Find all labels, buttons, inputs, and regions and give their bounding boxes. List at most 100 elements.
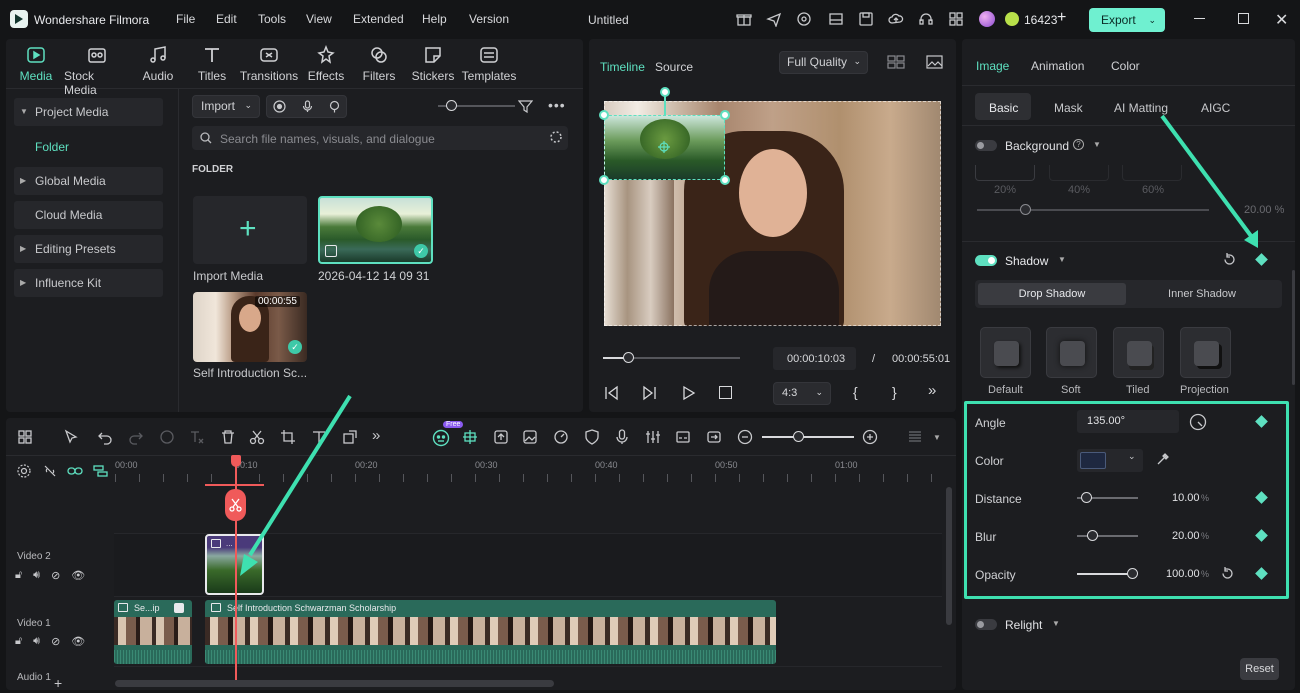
- shield-icon[interactable]: [584, 429, 600, 445]
- grid-view-icon[interactable]: [887, 55, 905, 69]
- zoom-knob[interactable]: [793, 431, 804, 442]
- image-tool-icon[interactable]: [522, 429, 538, 445]
- menu-extended[interactable]: Extended: [353, 12, 404, 26]
- speed-icon[interactable]: [553, 429, 569, 445]
- menu-tools[interactable]: Tools: [258, 12, 286, 26]
- snap-icon[interactable]: [93, 464, 109, 478]
- timeline-h-scrollbar[interactable]: [115, 680, 554, 687]
- resize-handle[interactable]: [599, 110, 609, 120]
- preset-default[interactable]: [980, 327, 1031, 378]
- stop-icon[interactable]: [719, 386, 732, 399]
- tab-effects[interactable]: Effects: [307, 45, 345, 83]
- relight-toggle[interactable]: [975, 619, 997, 630]
- shadow-toggle[interactable]: [975, 255, 997, 266]
- scrollbar-thumb[interactable]: [1292, 270, 1295, 385]
- sidebar-item-project-media[interactable]: ▼ Project Media: [14, 98, 163, 126]
- more-icon[interactable]: •••: [548, 97, 566, 113]
- microphone-icon[interactable]: [614, 429, 630, 445]
- mark-in-icon[interactable]: {: [853, 384, 858, 400]
- preset-tiled[interactable]: [1113, 327, 1164, 378]
- next-frame-icon[interactable]: [643, 385, 657, 401]
- menu-version[interactable]: Version: [469, 12, 509, 26]
- menu-edit[interactable]: Edit: [216, 12, 237, 26]
- tab-audio[interactable]: Audio: [140, 45, 176, 83]
- bg-option-2[interactable]: [1049, 165, 1109, 181]
- distance-knob[interactable]: [1081, 492, 1092, 503]
- lock-icon[interactable]: 🔓︎: [15, 635, 22, 647]
- eye-icon[interactable]: 👁︎: [71, 569, 85, 582]
- menu-help[interactable]: Help: [422, 12, 447, 26]
- redo-icon[interactable]: [128, 429, 144, 445]
- apps-grid-icon[interactable]: [948, 11, 964, 27]
- microphone-icon[interactable]: [301, 100, 314, 113]
- add-track-icon[interactable]: +: [54, 675, 62, 691]
- mute-icon[interactable]: ⊘: [51, 635, 60, 648]
- link-icon[interactable]: [67, 464, 83, 478]
- send-icon[interactable]: [766, 11, 782, 27]
- zoom-in-icon[interactable]: [862, 429, 878, 445]
- quality-dropdown[interactable]: Full Quality ⌄: [779, 51, 868, 74]
- caret-down-icon[interactable]: ▼: [1093, 140, 1101, 149]
- import-dropdown[interactable]: Import ⌄: [192, 95, 260, 118]
- add-credits-icon[interactable]: +: [1057, 9, 1066, 27]
- export-button[interactable]: Export ⌄: [1089, 8, 1165, 32]
- playback-progress-knob[interactable]: [622, 352, 634, 363]
- filter-icon[interactable]: [518, 99, 533, 114]
- background-toggle[interactable]: [975, 140, 997, 151]
- audio-mixer-icon[interactable]: [645, 429, 661, 445]
- mute-icon[interactable]: ⊘: [51, 569, 60, 582]
- bg-option-1[interactable]: [975, 165, 1035, 181]
- preset-projection[interactable]: [1180, 327, 1231, 378]
- tab-transitions[interactable]: Transitions: [240, 45, 298, 83]
- sidebar-item-global-media[interactable]: ▶ Global Media: [14, 167, 163, 195]
- color-picker-dropdown[interactable]: ⌄: [1077, 449, 1143, 472]
- support-icon[interactable]: [796, 11, 812, 27]
- eyedropper-icon[interactable]: [1156, 452, 1170, 466]
- snapshot-icon[interactable]: [926, 55, 943, 69]
- text-tool-icon[interactable]: [189, 429, 205, 445]
- thumbnail-size-knob[interactable]: [446, 100, 457, 111]
- tab-animation[interactable]: Animation: [1031, 59, 1084, 73]
- close-icon[interactable]: ✕: [1275, 10, 1288, 30]
- ripple-icon[interactable]: [159, 429, 175, 445]
- layout-grid-icon[interactable]: [17, 429, 33, 445]
- resize-handle[interactable]: [720, 175, 730, 185]
- resize-handle[interactable]: [599, 175, 609, 185]
- gift-icon[interactable]: [736, 11, 752, 27]
- tab-titles[interactable]: Titles: [194, 45, 230, 83]
- eye-icon[interactable]: 👁︎: [71, 635, 85, 648]
- drop-shadow-tab[interactable]: Drop Shadow: [978, 283, 1126, 305]
- video-clip-a[interactable]: Se...ip: [114, 600, 192, 664]
- caret-down-icon[interactable]: ▼: [1052, 619, 1060, 628]
- layout-icon[interactable]: [828, 11, 844, 27]
- menu-view[interactable]: View: [306, 12, 332, 26]
- sidebar-item-cloud-media[interactable]: Cloud Media: [14, 201, 163, 229]
- minimize-icon[interactable]: [1194, 18, 1205, 19]
- media-thumb-video[interactable]: 00:00:55 ✓: [193, 292, 307, 362]
- tab-image[interactable]: Image: [976, 59, 1009, 73]
- sidebar-item-folder[interactable]: Folder: [35, 140, 69, 154]
- media-thumb-landscape[interactable]: ✓: [318, 196, 433, 264]
- resize-handle[interactable]: [720, 110, 730, 120]
- sidebar-item-influence-kit[interactable]: ▶ Influence Kit: [14, 269, 163, 297]
- help-icon[interactable]: ?: [1073, 139, 1084, 150]
- import-media-tile[interactable]: +: [193, 196, 307, 264]
- more-tools-icon[interactable]: »: [372, 428, 388, 445]
- tab-filters[interactable]: Filters: [361, 45, 397, 83]
- reset-opacity-icon[interactable]: [1221, 567, 1234, 580]
- subtitle-icon[interactable]: [675, 429, 691, 445]
- select-tool-icon[interactable]: [63, 429, 79, 445]
- preset-soft[interactable]: [1046, 327, 1097, 378]
- sidebar-item-editing-presets[interactable]: ▶ Editing Presets: [14, 235, 163, 263]
- volume-icon[interactable]: 🔊︎: [33, 635, 40, 647]
- angle-input[interactable]: 135.00°: [1077, 410, 1179, 433]
- subtab-basic[interactable]: Basic: [989, 101, 1018, 115]
- reset-button[interactable]: Reset: [1240, 658, 1279, 680]
- unlink-icon[interactable]: [43, 464, 57, 478]
- inner-shadow-tab[interactable]: Inner Shadow: [1128, 283, 1276, 305]
- cloud-upload-icon[interactable]: [888, 11, 904, 27]
- ai-robot-icon[interactable]: [432, 429, 450, 447]
- angle-dial-icon[interactable]: [1189, 413, 1207, 431]
- avatar[interactable]: [979, 11, 995, 27]
- undo-icon[interactable]: [97, 429, 113, 445]
